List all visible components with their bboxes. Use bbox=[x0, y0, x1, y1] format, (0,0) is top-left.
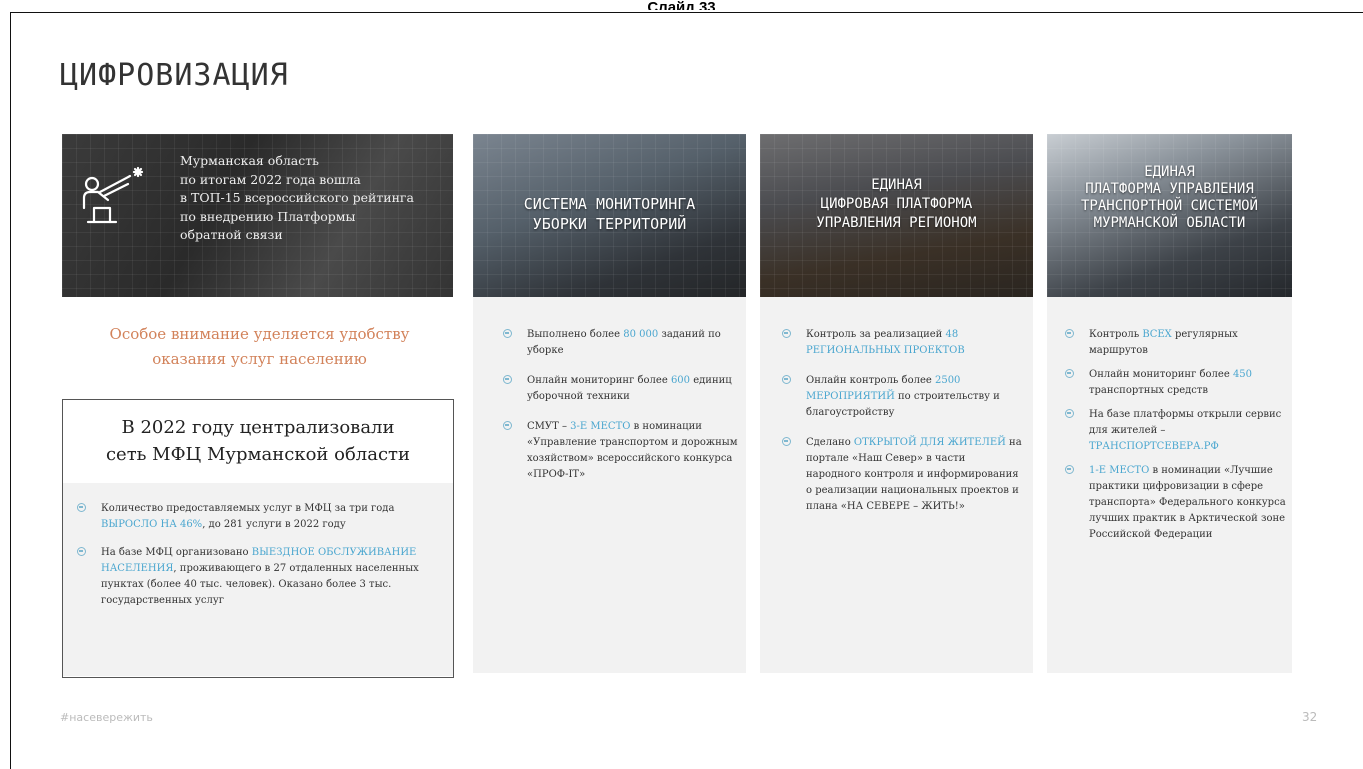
caption-line: ЦИФРОВАЯ ПЛАТФОРМА bbox=[820, 196, 973, 212]
intro-panel: Мурманская область по итогам 2022 года в… bbox=[62, 134, 453, 297]
arrow-circle-icon bbox=[782, 329, 791, 338]
transport-platform-photo-panel: ЕДИНАЯ ПЛАТФОРМА УПРАВЛЕНИЯ ТРАНСПОРТНОЙ… bbox=[1047, 134, 1292, 297]
mfc-box-title: В 2022 году централизовали сеть МФЦ Мурм… bbox=[63, 400, 453, 483]
arrow-circle-icon bbox=[1065, 329, 1074, 338]
box-title-line: сеть МФЦ Мурманской области bbox=[105, 444, 411, 465]
slide-title: ЦИФРОВИЗАЦИЯ bbox=[60, 58, 289, 93]
bullet-text: на портале «Наш Север» в части народного… bbox=[806, 437, 1022, 512]
bullet-text: Выполнено более bbox=[527, 329, 624, 340]
list-item: На базе платформы открыли сервис для жит… bbox=[1065, 407, 1287, 455]
focus-line: Особое внимание уделяется удобству bbox=[109, 325, 410, 343]
list-item: Контроль за реализацией 48 РЕГИОНАЛЬНЫХ … bbox=[782, 327, 1022, 359]
monitoring-bullets: Выполнено более 80 000 заданий по уборке… bbox=[503, 327, 738, 497]
intro-line: в ТОП-15 всероссийского рейтинга bbox=[180, 190, 414, 205]
monitoring-photo-panel: СИСТЕМА МОНИТОРИНГА УБОРКИ ТЕРРИТОРИЙ bbox=[473, 134, 746, 297]
intro-text: Мурманская область по итогам 2022 года в… bbox=[180, 152, 450, 245]
caption-line: СИСТЕМА МОНИТОРИНГА bbox=[523, 195, 696, 213]
arrow-circle-icon bbox=[782, 437, 791, 446]
arrow-circle-icon bbox=[782, 375, 791, 384]
arrow-circle-icon bbox=[1065, 369, 1074, 378]
region-platform-photo-panel: ЕДИНАЯ ЦИФРОВАЯ ПЛАТФОРМА УПРАВЛЕНИЯ РЕГ… bbox=[760, 134, 1033, 297]
arrow-circle-icon bbox=[503, 375, 512, 384]
mfc-bullets: Количество предоставляемых услуг в МФЦ з… bbox=[77, 501, 437, 621]
region-platform-bullets: Контроль за реализацией 48 РЕГИОНАЛЬНЫХ … bbox=[782, 327, 1022, 529]
list-item: 1-Е МЕСТО в номинации «Лучшие практики ц… bbox=[1065, 463, 1287, 543]
bullet-highlight: 450 bbox=[1232, 369, 1253, 380]
panel-caption: ЕДИНАЯ ПЛАТФОРМА УПРАВЛЕНИЯ ТРАНСПОРТНОЙ… bbox=[1047, 164, 1292, 232]
telescope-person-icon bbox=[82, 166, 144, 224]
arrow-circle-icon bbox=[1065, 409, 1074, 418]
list-item: Сделано ОТКРЫТОЙ ДЛЯ ЖИТЕЛЕЙ на портале … bbox=[782, 435, 1022, 515]
bullet-text: в номинации «Лучшие практики цифровизаци… bbox=[1089, 465, 1286, 540]
page-number: 32 bbox=[1302, 710, 1318, 724]
intro-line: обратной связи bbox=[180, 227, 283, 242]
mfc-box: В 2022 году централизовали сеть МФЦ Мурм… bbox=[62, 399, 454, 678]
bullet-text: Количество предоставляемых услуг в МФЦ з… bbox=[101, 503, 395, 514]
list-item: Онлайн мониторинг более 450 транспортных… bbox=[1065, 367, 1287, 399]
caption-line: ЕДИНАЯ bbox=[1144, 164, 1195, 180]
bullet-text: Контроль bbox=[1089, 329, 1143, 340]
caption-line: УБОРКИ ТЕРРИТОРИЙ bbox=[532, 215, 687, 233]
list-item: На базе МФЦ организовано ВЫЕЗДНОЕ ОБСЛУЖ… bbox=[77, 545, 437, 609]
bullet-highlight: ВЫРОСЛО НА 46% bbox=[101, 519, 203, 530]
bullet-highlight[interactable]: ТРАНСПОРТСЕВЕРА.РФ bbox=[1089, 441, 1219, 452]
bullet-highlight: 1-Е МЕСТО bbox=[1089, 465, 1150, 476]
arrow-circle-icon bbox=[503, 421, 512, 430]
intro-line: по итогам 2022 года вошла bbox=[180, 171, 361, 187]
bullet-text: Контроль за реализацией bbox=[806, 329, 946, 340]
bullet-highlight: ОТКРЫТОЙ ДЛЯ ЖИТЕЛЕЙ bbox=[853, 437, 1006, 448]
caption-line: ТРАНСПОРТНОЙ СИСТЕМОЙ bbox=[1080, 198, 1258, 214]
bullet-text: Сделано bbox=[806, 437, 854, 448]
transport-platform-column: Контроль ВСЕХ регулярных маршрутов Онлай… bbox=[1047, 297, 1292, 673]
focus-line: оказания услуг населению bbox=[152, 350, 367, 368]
footer-hashtag: #насевережить bbox=[60, 711, 153, 724]
bullet-text: Онлайн контроль более bbox=[806, 375, 935, 386]
bullet-highlight: 80 000 bbox=[623, 329, 659, 340]
caption-line: МУРМАНСКОЙ ОБЛАСТИ bbox=[1093, 215, 1246, 231]
intro-line: Мурманская область bbox=[180, 153, 319, 168]
bullet-text: На базе МФЦ организовано bbox=[101, 547, 252, 558]
bullet-text: , до 281 услуги в 2022 году bbox=[202, 519, 346, 530]
bullet-text: Онлайн мониторинг более bbox=[1089, 369, 1233, 380]
bullet-text: На базе платформы открыли сервис для жит… bbox=[1089, 409, 1282, 436]
caption-line: ПЛАТФОРМА УПРАВЛЕНИЯ bbox=[1085, 181, 1254, 197]
bullet-text: транспортных средств bbox=[1089, 385, 1209, 396]
list-item: СМУТ – 3-Е МЕСТО в номинации «Управление… bbox=[503, 419, 738, 483]
arrow-circle-icon bbox=[1065, 465, 1074, 474]
monitoring-column: Выполнено более 80 000 заданий по уборке… bbox=[473, 297, 746, 673]
arrow-circle-icon bbox=[77, 503, 86, 512]
intro-line: по внедрению Платформы bbox=[180, 208, 356, 224]
bullet-highlight: 600 bbox=[670, 375, 691, 386]
bullet-text: СМУТ – bbox=[527, 421, 571, 432]
slide-label: Слайд 33 bbox=[647, 0, 716, 10]
transport-platform-bullets: Контроль ВСЕХ регулярных маршрутов Онлай… bbox=[1065, 327, 1287, 551]
bullet-highlight: ВСЕХ bbox=[1142, 329, 1172, 340]
arrow-circle-icon bbox=[503, 329, 512, 338]
list-item: Выполнено более 80 000 заданий по уборке bbox=[503, 327, 738, 359]
focus-statement: Особое внимание уделяется удобству оказа… bbox=[64, 322, 455, 372]
bullet-text: Онлайн мониторинг более bbox=[527, 375, 671, 386]
list-item: Контроль ВСЕХ регулярных маршрутов bbox=[1065, 327, 1287, 359]
list-item: Онлайн мониторинг более 600 единиц уборо… bbox=[503, 373, 738, 405]
bullet-highlight: 3-Е МЕСТО bbox=[570, 421, 631, 432]
panel-caption: СИСТЕМА МОНИТОРИНГА УБОРКИ ТЕРРИТОРИЙ bbox=[473, 194, 746, 234]
list-item: Количество предоставляемых услуг в МФЦ з… bbox=[77, 501, 437, 533]
box-title-line: В 2022 году централизовали bbox=[121, 417, 395, 438]
list-item: Онлайн контроль более 2500 МЕРОПРИЯТИЙ п… bbox=[782, 373, 1022, 421]
caption-line: УПРАВЛЕНИЯ РЕГИОНОМ bbox=[816, 215, 977, 231]
mfc-box-body: Количество предоставляемых услуг в МФЦ з… bbox=[63, 483, 453, 676]
arrow-circle-icon bbox=[77, 547, 86, 556]
panel-caption: ЕДИНАЯ ЦИФРОВАЯ ПЛАТФОРМА УПРАВЛЕНИЯ РЕГ… bbox=[760, 176, 1033, 233]
caption-line: ЕДИНАЯ bbox=[871, 177, 922, 193]
region-platform-column: Контроль за реализацией 48 РЕГИОНАЛЬНЫХ … bbox=[760, 297, 1033, 673]
